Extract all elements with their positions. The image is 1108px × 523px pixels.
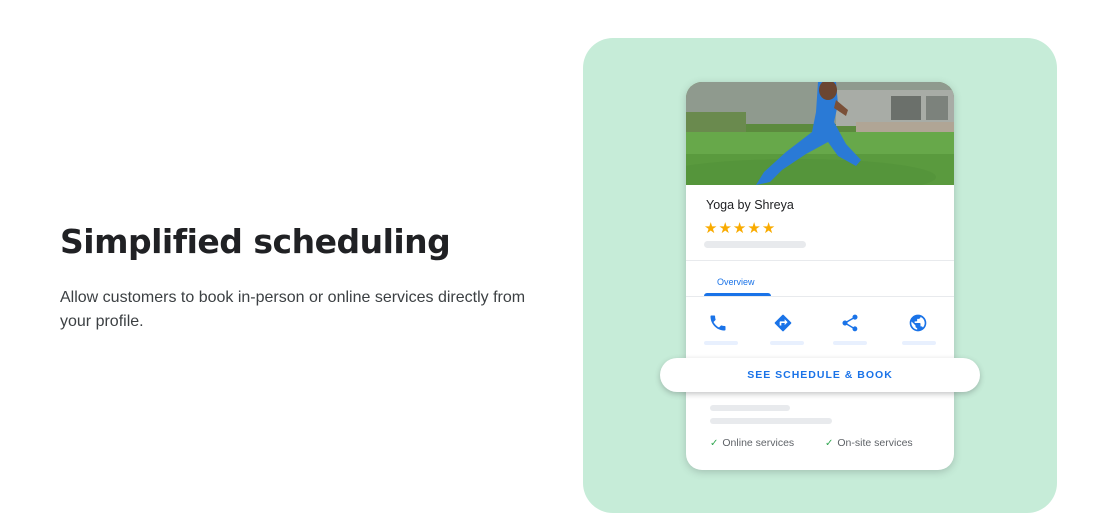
divider — [686, 260, 954, 261]
action-label-placeholder — [902, 341, 936, 345]
service-label: On-site services — [837, 437, 913, 449]
business-name: Yoga by Shreya — [706, 198, 794, 212]
star-icon: ★ — [747, 219, 761, 237]
divider — [686, 296, 954, 297]
website-globe-icon[interactable] — [908, 313, 928, 333]
service-online: ✓ Online services — [710, 437, 794, 449]
rating-stars: ★ ★ ★ ★ ★ — [704, 220, 775, 236]
star-icon: ★ — [761, 219, 776, 237]
action-label-placeholder — [770, 341, 804, 345]
phone-icon[interactable] — [708, 313, 728, 333]
placeholder-line — [710, 405, 790, 411]
check-icon: ✓ — [825, 437, 834, 449]
share-icon[interactable] — [840, 313, 860, 333]
tab-overview[interactable]: Overview — [717, 277, 755, 287]
placeholder-line — [710, 418, 832, 424]
directions-icon[interactable] — [773, 313, 793, 333]
headline: Simplified scheduling — [60, 222, 451, 261]
business-profile-card: Yoga by Shreya ★ ★ ★ ★ ★ Overview ✓ Onli… — [686, 82, 954, 470]
check-icon: ✓ — [710, 437, 719, 449]
action-label-placeholder — [704, 341, 738, 345]
star-icon: ★ — [732, 219, 747, 237]
star-icon: ★ — [704, 219, 718, 237]
description: Allow customers to book in-person or onl… — [60, 289, 526, 330]
see-schedule-book-button[interactable]: SEE SCHEDULE & BOOK — [660, 358, 980, 392]
business-photo — [686, 82, 954, 185]
service-label: Online services — [722, 437, 795, 449]
service-onsite: ✓ On-site services — [825, 437, 913, 449]
action-label-placeholder — [833, 341, 867, 345]
star-icon: ★ — [718, 219, 732, 237]
placeholder-line — [704, 241, 806, 248]
